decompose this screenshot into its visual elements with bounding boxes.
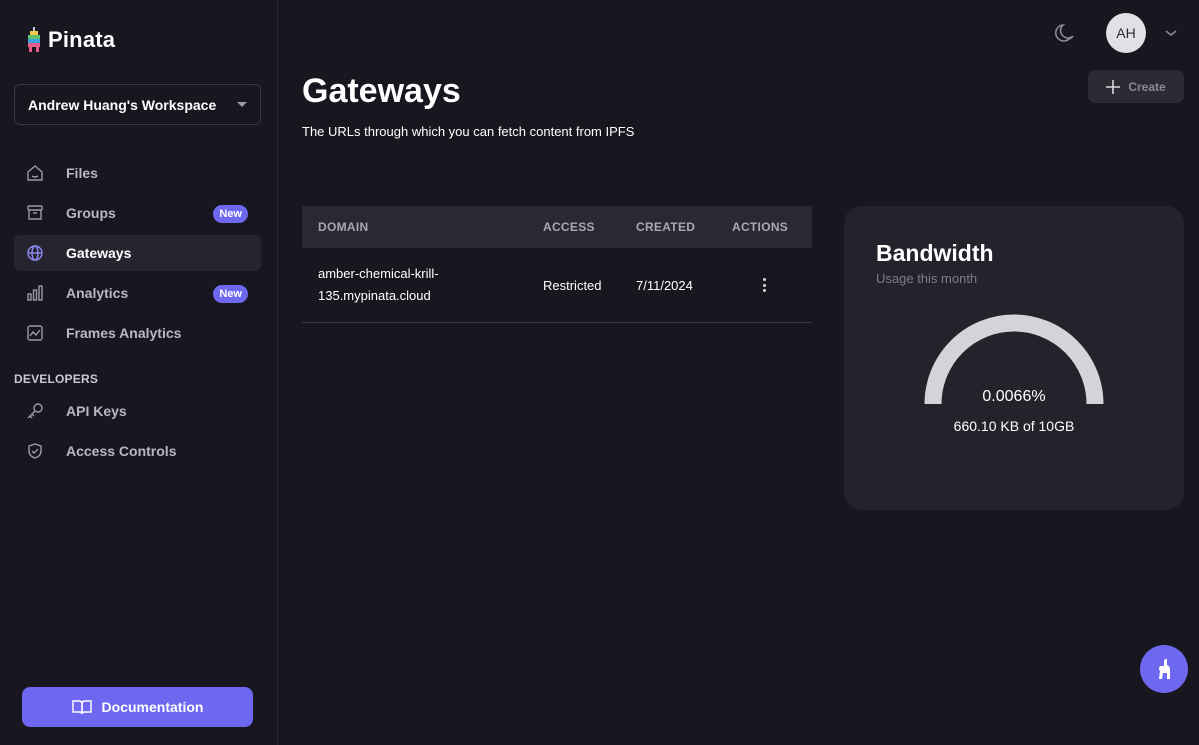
pinata-logo-icon xyxy=(28,27,40,52)
globe-icon xyxy=(26,244,44,262)
dark-mode-toggle-icon[interactable] xyxy=(1054,22,1076,44)
new-badge: New xyxy=(213,285,248,303)
home-icon xyxy=(26,164,44,182)
book-icon xyxy=(71,700,92,715)
sidebar-item-access-controls[interactable]: Access Controls xyxy=(14,433,261,469)
workspace-selector[interactable]: Andrew Huang's Workspace xyxy=(14,84,261,125)
logo[interactable]: Pinata xyxy=(26,27,115,53)
new-badge: New xyxy=(213,205,248,223)
gateway-created: 7/11/2024 xyxy=(636,277,693,293)
developers-nav: API Keys Access Controls xyxy=(14,393,261,473)
sidebar-item-label: Groups xyxy=(66,205,116,221)
llama-icon xyxy=(1159,659,1170,679)
developers-section-label: DEVELOPERS xyxy=(14,372,99,386)
app: Pinata Andrew Huang's Workspace Files Gr… xyxy=(0,0,1199,745)
table-row: amber-chemical-krill- 135.mypinata.cloud… xyxy=(302,248,812,323)
documentation-label: Documentation xyxy=(101,699,204,715)
column-header-access: ACCESS xyxy=(543,220,595,234)
bar-chart-icon xyxy=(26,284,44,302)
bandwidth-usage: 660.10 KB of 10GB xyxy=(953,418,1075,434)
gateway-actions-cell xyxy=(732,276,812,294)
chevron-down-icon[interactable] xyxy=(1164,28,1178,38)
bandwidth-card: Bandwidth Usage this month 0.0066% 660.1… xyxy=(844,206,1184,510)
key-icon xyxy=(26,402,44,420)
sidebar-item-api-keys[interactable]: API Keys xyxy=(14,393,261,429)
main-nav: Files Groups New Gateways Analytics New … xyxy=(14,155,261,355)
avatar[interactable]: AH xyxy=(1106,13,1146,53)
table-header: DOMAIN ACCESS CREATED ACTIONS xyxy=(302,206,812,248)
sidebar-item-label: API Keys xyxy=(66,403,127,419)
bandwidth-subtitle: Usage this month xyxy=(876,271,978,286)
sidebar-item-groups[interactable]: Groups New xyxy=(14,195,261,231)
page-subtitle: The URLs through which you can fetch con… xyxy=(302,124,635,139)
gateways-table: DOMAIN ACCESS CREATED ACTIONS amber-chem… xyxy=(302,206,812,323)
line-chart-icon xyxy=(26,324,44,342)
create-label: Create xyxy=(1128,79,1166,94)
archive-icon xyxy=(26,204,44,222)
sidebar-item-frames-analytics[interactable]: Frames Analytics xyxy=(14,315,261,351)
gateway-domain-line: 135.mypinata.cloud xyxy=(318,288,431,303)
sidebar-item-analytics[interactable]: Analytics New xyxy=(14,275,261,311)
sidebar-item-label: Frames Analytics xyxy=(66,325,182,341)
sidebar-item-label: Files xyxy=(66,165,98,181)
help-chat-button[interactable] xyxy=(1140,645,1188,693)
sidebar: Pinata Andrew Huang's Workspace Files Gr… xyxy=(0,0,278,745)
column-header-created: CREATED xyxy=(636,220,696,234)
column-header-domain: DOMAIN xyxy=(318,220,369,234)
bandwidth-percent: 0.0066% xyxy=(982,388,1046,405)
workspace-name: Andrew Huang's Workspace xyxy=(28,96,217,113)
sidebar-item-label: Gateways xyxy=(66,245,132,261)
sidebar-item-files[interactable]: Files xyxy=(14,155,261,191)
create-gateway-button[interactable]: Create xyxy=(1088,70,1184,103)
documentation-button[interactable]: Documentation xyxy=(22,687,253,727)
shield-icon xyxy=(26,442,44,460)
sidebar-item-label: Access Controls xyxy=(66,443,177,459)
plus-icon xyxy=(1106,79,1121,94)
page-title: Gateways xyxy=(302,72,461,110)
brand-name: Pinata xyxy=(48,27,116,52)
more-actions-icon[interactable] xyxy=(759,276,769,294)
sidebar-item-gateways[interactable]: Gateways xyxy=(14,235,261,271)
sidebar-item-label: Analytics xyxy=(66,285,129,301)
caret-down-icon xyxy=(237,102,247,107)
column-header-actions: ACTIONS xyxy=(732,220,789,234)
bandwidth-title: Bandwidth xyxy=(876,240,994,266)
gateway-domain[interactable]: amber-chemical-krill- 135.mypinata.cloud xyxy=(302,263,543,307)
gateway-access: Restricted xyxy=(543,277,602,293)
gateway-domain-line: amber-chemical-krill- xyxy=(318,266,439,281)
